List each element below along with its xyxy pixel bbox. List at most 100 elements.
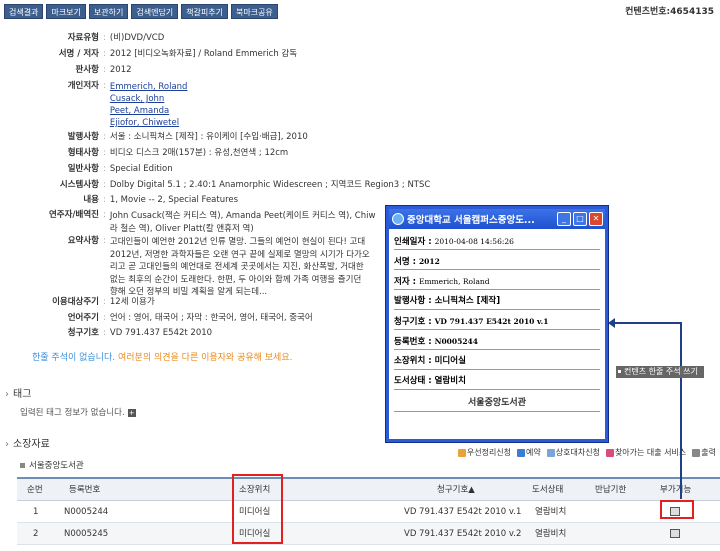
detail-label: 자료유형 [67,33,99,43]
location-row: 소장위치 : 미디어실 [394,354,600,370]
detail-row-audience: 이용대상주기: 12세 이용가 [0,297,155,308]
publisher-row: 발행사항 : 소니픽쳐스 [제작] [394,294,600,310]
library-name: 서울중앙도서관 [20,459,84,471]
title-value: 2012 [418,257,440,266]
detail-value: 1, Movie -- 2, Special Features [109,195,239,205]
detail-value: 라 철슨 역), Oliver Platt(칼 앤휴저 역) [109,224,254,234]
print-icon[interactable] [670,523,680,545]
col-callnumber[interactable]: 청구기호▲ [437,479,475,501]
bookmark-share-button[interactable]: 북마크공유 [230,4,278,19]
detail-value: John Cusack(잭슨 커티스 역), Amanda Peet(케이트 커… [109,211,376,221]
detail-value: Dolby Digital 5.1 ; 2.40:1 Anamorphic Wi… [109,180,431,190]
detail-value: 비디오 디스크 2매(157분) : 유성,천연색 ; 12cm [109,148,289,158]
legend-print[interactable]: 출력 [692,447,716,458]
tag-section-title: › 태그 [5,385,31,400]
holdings-table: 순번 등록번호 소장위치 청구기호▲ 도서상태 반납기한 부가기능 1 N000… [17,477,720,545]
col-reg: 등록번호 [69,485,101,495]
detail-label: 형태사항 [67,148,99,158]
maximize-icon[interactable]: □ [573,212,587,226]
interlibrary-loan-icon [546,448,555,457]
detail-value: 서울 : 소니픽쳐스 [제작] : 유이케이 [수입·배급], 2010 [109,132,308,142]
detail-value: 리고 곧 고대인들의 예언대로 전세계 곳곳에서는 지진, 화산폭발, 거대한 [109,262,364,272]
col-no: 순번 [27,485,43,495]
detail-value: 2012 [109,65,132,75]
cell-callnumber: VD 791.437 E542t 2010 v.1 [404,507,522,517]
legend-label: 상호대차신청 [555,448,600,457]
legend-label: 예약 [526,448,541,457]
library-name-text: 서울중앙도서관 [29,461,84,471]
detail-row-general: 일반사항: Special Edition [0,164,173,175]
author-value: Emmerich, Roland [418,277,490,286]
detail-label: 이용대상주기 [52,297,99,307]
detail-row-title: 서명 / 저자: 2012 [비디오녹화자료] / Roland Emmeric… [0,49,297,60]
status-label: 도서상태 : [394,376,435,386]
add-to-cart-button[interactable]: 검색엔담기 [131,4,179,19]
detail-label: 요약사항 [67,236,99,246]
detail-row-authors: 개인저자: Emmerich, Roland Cusack, John Peet… [0,81,188,129]
write-comment-tooltip[interactable]: 컨텐츠 한줄 주석 쓰기 [616,366,704,378]
publisher-value: 소니픽쳐스 [제작] [434,296,501,306]
save-button[interactable]: 보관하기 [88,4,129,19]
tag-empty-info: 입력된 태그 정보가 없습니다. + [20,406,136,418]
tag-empty-text: 입력된 태그 정보가 없습니다. [20,408,125,418]
detail-value: 2012 [비디오녹화자료] / Roland Emmerich 감독 [109,49,298,59]
legend-label: 출력 [701,448,716,457]
col-due: 반납기한 [595,485,627,495]
author-row: 저자 : Emmerich, Roland [394,274,600,290]
author-link[interactable]: Peet, Amanda [110,105,188,117]
cell-reg: N0005244 [64,507,109,517]
callnumber-value: VD 791.437 E542t 2010 v.1 [434,317,549,326]
location-value: 미디어실 [434,356,466,366]
location-highlight-box [232,474,283,544]
reg-row: 등록번호 : N0005244 [394,334,600,350]
status-value: 열람비치 [434,376,466,386]
minimize-icon[interactable]: _ [557,212,571,226]
window-titlebar[interactable]: 중앙대학교 서울캠퍼스중앙도... _ □ ✕ [389,209,605,229]
cell-status: 열람비치 [535,529,567,539]
detail-label: 서명 / 저자 [58,49,99,59]
detail-label: 발행사항 [67,132,99,142]
add-tag-icon[interactable]: + [127,408,136,417]
connector-vertical [680,322,682,499]
search-results-button[interactable]: 검색결과 [4,4,44,19]
author-label: 저자 : [394,277,419,287]
detail-row-system: 시스템사항: Dolby Digital 5.1 ; 2.40:1 Anamor… [0,180,430,191]
detail-label: 언어주기 [67,313,99,323]
detail-row-type: 자료유형: (비)DVD/VCD [0,33,165,44]
bookmark-add-button[interactable]: 책갈피추기 [181,4,228,19]
callnumber-label: 청구기호 : [394,317,435,327]
detail-label: 연주자/배역진 [48,210,99,220]
share-opinion-link[interactable]: 여러분의 의견을 다른 이용자와 공유해 보세요. [118,353,293,363]
detail-label: 청구기호 [67,328,99,338]
col-status: 도서상태 [532,485,564,495]
detail-row-cast: 연주자/배역진: John Cusack(잭슨 커티스 역), Amanda P… [0,210,375,236]
author-link[interactable]: Ejiofor, Chiwetel [110,117,188,129]
legend-ill[interactable]: 상호대차신청 [546,447,600,458]
author-link[interactable]: Emmerich, Roland [110,81,188,93]
legend-reserve[interactable]: 예약 [517,447,541,458]
marc-view-button[interactable]: 마크보기 [46,4,86,19]
reg-value: N0005244 [434,337,478,346]
detail-label: 시스템사항 [59,180,99,190]
connector-horizontal [614,322,682,324]
delivery-icon [605,448,614,457]
legend-priority[interactable]: 우선정리신청 [457,447,511,458]
author-link[interactable]: Cusack, John [110,93,188,105]
detail-value: VD 791.437 E542t 2010 [109,328,213,338]
detail-row-contents: 내용: 1, Movie -- 2, Special Features [0,195,238,206]
table-row: 2 N0005245 미디어실 VD 791.437 E542t 2010 v.… [17,523,720,545]
reg-label: 등록번호 : [394,337,435,347]
location-label: 소장위치 : [394,356,435,366]
browser-icon [392,213,404,225]
comment-notice: 한줄 주석이 없습니다. 여러분의 의견을 다른 이용자와 공유해 보세요. [32,350,292,363]
cell-callnumber: VD 791.437 E542t 2010 v.2 [404,529,522,539]
legend-delivery[interactable]: 찾아가는 대출 서비스 [605,447,686,458]
holdings-section-title: › 소장자료 [5,435,50,450]
close-icon[interactable]: ✕ [589,212,603,226]
detail-value: 언어 : 영어, 태국어 ; 자막 : 한국어, 영어, 태국어, 중국어 [109,313,313,323]
detail-row-summary: 요약사항: 고대인들이 예언한 2012년 인류 멸망. 그들의 예언이 현실이… [0,236,370,299]
detail-label: 일반사항 [67,164,99,174]
chevron-right-icon: › [5,389,9,400]
holdings-title-text: 소장자료 [13,439,50,450]
chevron-right-icon: › [5,439,9,450]
